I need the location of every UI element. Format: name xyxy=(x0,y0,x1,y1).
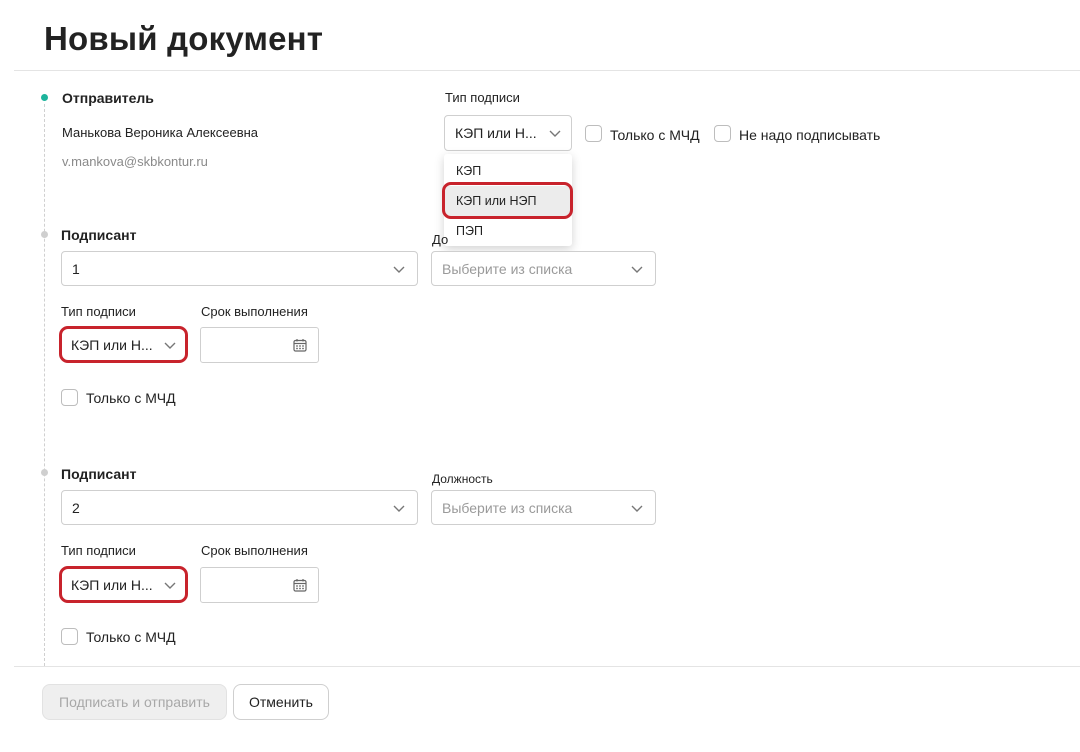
signer-2-deadline-input[interactable] xyxy=(200,567,319,603)
signer-2-position-placeholder: Выберите из списка xyxy=(442,499,573,516)
chevron-down-icon xyxy=(631,266,643,273)
signer-1-position-label: До xyxy=(432,232,449,247)
chevron-down-icon xyxy=(393,505,405,512)
dropdown-option-kep[interactable]: КЭП xyxy=(444,156,572,186)
signer-2-signature-type-select[interactable]: КЭП или Н... xyxy=(61,568,186,602)
signer-2-step-dot xyxy=(41,469,48,476)
signer-1-label: Подписант xyxy=(61,227,137,243)
sender-email: v.mankova@skbkontur.ru xyxy=(62,154,208,169)
signer-1-deadline-label: Срок выполнения xyxy=(201,304,308,319)
dropdown-option-pep[interactable]: ПЭП xyxy=(444,216,572,246)
signer-1-position-placeholder: Выберите из списка xyxy=(442,260,573,277)
sender-step-dot xyxy=(41,94,48,101)
signer-2-select[interactable]: 2 xyxy=(61,490,418,525)
sign-and-send-button[interactable]: Подписать и отправить xyxy=(42,684,227,720)
chevron-down-icon xyxy=(164,582,176,589)
sender-signature-type-select[interactable]: КЭП или Н... xyxy=(444,115,572,151)
signer-1-select[interactable]: 1 xyxy=(61,251,418,286)
sender-no-sign-label: Не надо подписывать xyxy=(739,127,881,143)
signer-1-value: 1 xyxy=(72,260,80,277)
signer-2-only-mchd-label: Только с МЧД xyxy=(86,629,176,645)
sender-signature-type-label: Тип подписи xyxy=(445,90,520,105)
signer-2-only-mchd-checkbox[interactable] xyxy=(61,628,78,645)
chevron-down-icon xyxy=(549,130,561,137)
route-timeline xyxy=(44,104,45,666)
signer-1-only-mchd-label: Только с МЧД xyxy=(86,390,176,406)
footer-divider xyxy=(14,666,1080,667)
sender-no-sign-checkbox[interactable] xyxy=(714,125,731,142)
sender-label: Отправитель xyxy=(62,90,154,106)
chevron-down-icon xyxy=(393,266,405,273)
chevron-down-icon xyxy=(631,505,643,512)
signer-2-value: 2 xyxy=(72,499,80,516)
calendar-icon xyxy=(293,579,307,592)
signer-1-signature-type-label: Тип подписи xyxy=(61,304,136,319)
signer-2-signature-type-label: Тип подписи xyxy=(61,543,136,558)
dropdown-option-kep-or-nep[interactable]: КЭП или НЭП xyxy=(444,186,572,216)
cancel-button[interactable]: Отменить xyxy=(233,684,329,720)
chevron-down-icon xyxy=(164,342,176,349)
sender-signature-type-value: КЭП или Н... xyxy=(455,125,537,141)
signer-1-position-select[interactable]: Выберите из списка xyxy=(431,251,656,286)
signer-1-signature-type-value: КЭП или Н... xyxy=(71,337,153,353)
header-divider xyxy=(14,70,1080,71)
signature-type-dropdown: КЭП КЭП или НЭП ПЭП xyxy=(444,154,572,246)
signer-1-step-dot xyxy=(41,231,48,238)
signer-2-position-label: Должность xyxy=(432,472,493,486)
calendar-icon xyxy=(293,339,307,352)
sender-only-mchd-label: Только с МЧД xyxy=(610,127,700,143)
sender-name: Манькова Вероника Алексеевна xyxy=(62,125,259,140)
sender-only-mchd-checkbox[interactable] xyxy=(585,125,602,142)
signer-1-signature-type-select[interactable]: КЭП или Н... xyxy=(61,328,186,362)
page-title: Новый документ xyxy=(44,20,324,57)
signer-2-position-select[interactable]: Выберите из списка xyxy=(431,490,656,525)
signer-2-signature-type-value: КЭП или Н... xyxy=(71,577,153,593)
signer-1-deadline-input[interactable] xyxy=(200,327,319,363)
signer-2-deadline-label: Срок выполнения xyxy=(201,543,308,558)
signer-2-label: Подписант xyxy=(61,466,137,482)
signer-1-only-mchd-checkbox[interactable] xyxy=(61,389,78,406)
